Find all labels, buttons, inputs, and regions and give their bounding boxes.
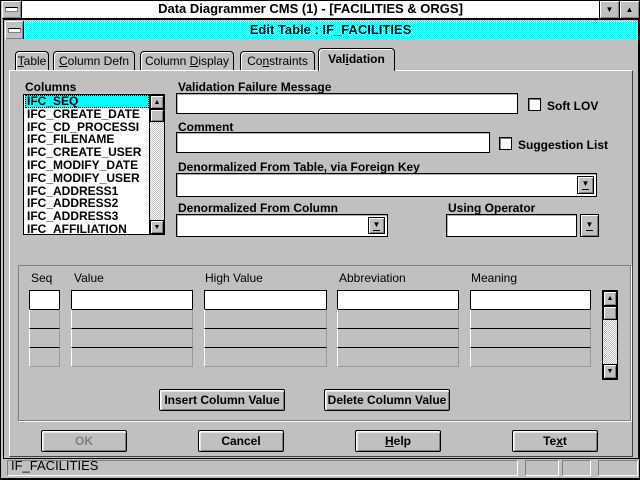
list-item-column[interactable]: IFC_MODIFY_DATE bbox=[25, 159, 149, 172]
dropdown-arrow-icon: ▼ bbox=[373, 221, 381, 231]
grid-cell bbox=[337, 347, 459, 367]
list-item-column[interactable]: IFC_AFFILIATION bbox=[25, 223, 149, 234]
status-field-2 bbox=[562, 460, 591, 476]
grid-scroll-thumb[interactable] bbox=[603, 306, 617, 320]
maximize-button[interactable]: ▲ bbox=[619, 1, 639, 18]
scroll-up-button[interactable]: ▲ bbox=[150, 95, 164, 109]
tab-column-defn[interactable]: Column Defn bbox=[53, 51, 135, 70]
grid-cell bbox=[204, 347, 327, 367]
grid-column-abbreviation bbox=[337, 290, 459, 367]
columns-list: IFC_SEQIFC_CREATE_DATEIFC_CD_PROCESSIIFC… bbox=[25, 95, 149, 234]
grid-scroll-down-button[interactable]: ▼ bbox=[603, 364, 617, 379]
ok-button[interactable]: OK bbox=[41, 430, 127, 452]
grid-header-seq: Seq bbox=[31, 271, 52, 285]
grid-cell bbox=[71, 347, 193, 367]
status-text: IF_FACILITIES bbox=[11, 460, 517, 473]
columns-label: Columns bbox=[25, 80, 76, 94]
grid-column-meaning bbox=[470, 290, 591, 367]
denormalized-from-table-label: Denormalized From Table, via Foreign Key bbox=[178, 160, 420, 174]
grid-header-value: Value bbox=[74, 271, 104, 285]
validation-failure-message-label: Validation Failure Message bbox=[178, 80, 331, 94]
denormalized-from-column-combo[interactable]: ▼ bbox=[176, 214, 388, 237]
tab-validation[interactable]: Validation bbox=[318, 48, 395, 71]
text-button[interactable]: Text bbox=[512, 430, 598, 452]
scroll-thumb[interactable] bbox=[150, 109, 164, 122]
status-field-3 bbox=[598, 460, 638, 476]
grid-column-value bbox=[71, 290, 193, 367]
cancel-button[interactable]: Cancel bbox=[198, 430, 284, 452]
denormalized-from-table-combo[interactable]: ▼ bbox=[176, 173, 597, 197]
columns-listbox[interactable]: IFC_SEQIFC_CREATE_DATEIFC_CD_PROCESSIIFC… bbox=[23, 94, 165, 235]
denormalized-from-column-dropdown-button[interactable]: ▼ bbox=[368, 217, 385, 234]
grid-cell bbox=[29, 309, 60, 329]
minimize-icon: ▼ bbox=[606, 5, 614, 14]
grid-cell bbox=[71, 328, 193, 348]
list-item-column[interactable]: IFC_SEQ bbox=[25, 95, 149, 108]
system-menu-icon bbox=[5, 7, 18, 12]
using-operator-input[interactable] bbox=[446, 214, 577, 237]
denormalized-from-table-dropdown-button[interactable]: ▼ bbox=[577, 176, 594, 194]
grid-cell bbox=[470, 328, 591, 348]
status-field-1 bbox=[525, 460, 559, 476]
grid-cell[interactable] bbox=[470, 290, 591, 310]
tab-constraints[interactable]: Constraints bbox=[240, 51, 315, 70]
dialog-system-menu-button[interactable] bbox=[5, 21, 24, 39]
grid-scrollbar[interactable]: ▲ ▼ bbox=[602, 290, 618, 380]
scroll-up-icon: ▲ bbox=[154, 99, 161, 106]
tab-column-display[interactable]: Column Display bbox=[140, 51, 234, 70]
validation-failure-message-input[interactable] bbox=[176, 93, 518, 114]
grid-cell bbox=[71, 309, 193, 329]
grid-cell[interactable] bbox=[71, 290, 193, 310]
grid-cell bbox=[470, 309, 591, 329]
dialog-system-menu-icon bbox=[8, 28, 21, 33]
grid-column-seq bbox=[29, 290, 60, 367]
system-menu-button[interactable] bbox=[2, 1, 22, 18]
soft-lov-label: Soft LOV bbox=[547, 99, 598, 113]
grid-header-high-value: High Value bbox=[205, 271, 263, 285]
insert-column-value-button[interactable]: Insert Column Value bbox=[159, 389, 285, 411]
comment-input[interactable] bbox=[176, 132, 490, 153]
grid-column-high-value bbox=[204, 290, 327, 367]
grid-cell bbox=[337, 328, 459, 348]
dropdown-arrow-icon: ▼ bbox=[582, 180, 590, 190]
dialog-title: Edit Table : IF_FACILITIES bbox=[24, 21, 637, 39]
scroll-down-icon: ▼ bbox=[154, 224, 161, 231]
grid-cell bbox=[337, 309, 459, 329]
soft-lov-checkbox[interactable] bbox=[528, 98, 541, 111]
grid-cell bbox=[204, 309, 327, 329]
grid-header-abbreviation: Abbreviation bbox=[339, 271, 406, 285]
using-operator-dropdown-button[interactable]: ▼ bbox=[580, 214, 599, 237]
minimize-button[interactable]: ▼ bbox=[599, 1, 619, 18]
grid-cell[interactable] bbox=[29, 290, 60, 310]
maximize-icon: ▲ bbox=[626, 5, 634, 14]
scroll-down-icon: ▼ bbox=[607, 368, 614, 375]
dropdown-arrow-icon: ▼ bbox=[586, 221, 594, 231]
suggestion-list-label: Suggestion List bbox=[518, 138, 608, 152]
dialog-titlebar: Edit Table : IF_FACILITIES bbox=[5, 21, 637, 39]
grid-cell bbox=[204, 328, 327, 348]
scroll-down-button[interactable]: ▼ bbox=[150, 220, 164, 234]
tab-table[interactable]: Table bbox=[15, 51, 49, 70]
status-field-table-name: IF_FACILITIES bbox=[7, 460, 518, 476]
status-bar: IF_FACILITIES bbox=[2, 459, 640, 478]
columns-scrollbar[interactable]: ▲ ▼ bbox=[149, 95, 164, 234]
delete-column-value-button[interactable]: Delete Column Value bbox=[324, 389, 450, 411]
list-item-column[interactable]: IFC_MODIFY_USER bbox=[25, 172, 149, 185]
suggestion-list-checkbox[interactable] bbox=[499, 137, 512, 150]
grid-cell bbox=[29, 347, 60, 367]
help-button[interactable]: Help bbox=[355, 430, 441, 452]
grid-cell bbox=[29, 328, 60, 348]
grid-cell[interactable] bbox=[337, 290, 459, 310]
denormalized-from-column-label: Denormalized From Column bbox=[178, 201, 338, 215]
main-titlebar: Data Diagrammer CMS (1) - [FACILITIES & … bbox=[2, 1, 639, 19]
grid-cell[interactable] bbox=[204, 290, 327, 310]
using-operator-label: Using Operator bbox=[448, 201, 535, 215]
grid-scroll-up-button[interactable]: ▲ bbox=[603, 291, 617, 306]
grid-header-meaning: Meaning bbox=[471, 271, 517, 285]
list-item-column[interactable]: IFC_CREATE_DATE bbox=[25, 108, 149, 121]
main-window: Data Diagrammer CMS (1) - [FACILITIES & … bbox=[0, 0, 640, 480]
grid-cell bbox=[470, 347, 591, 367]
scroll-up-icon: ▲ bbox=[607, 295, 614, 302]
window-title: Data Diagrammer CMS (1) - [FACILITIES & … bbox=[22, 1, 599, 18]
